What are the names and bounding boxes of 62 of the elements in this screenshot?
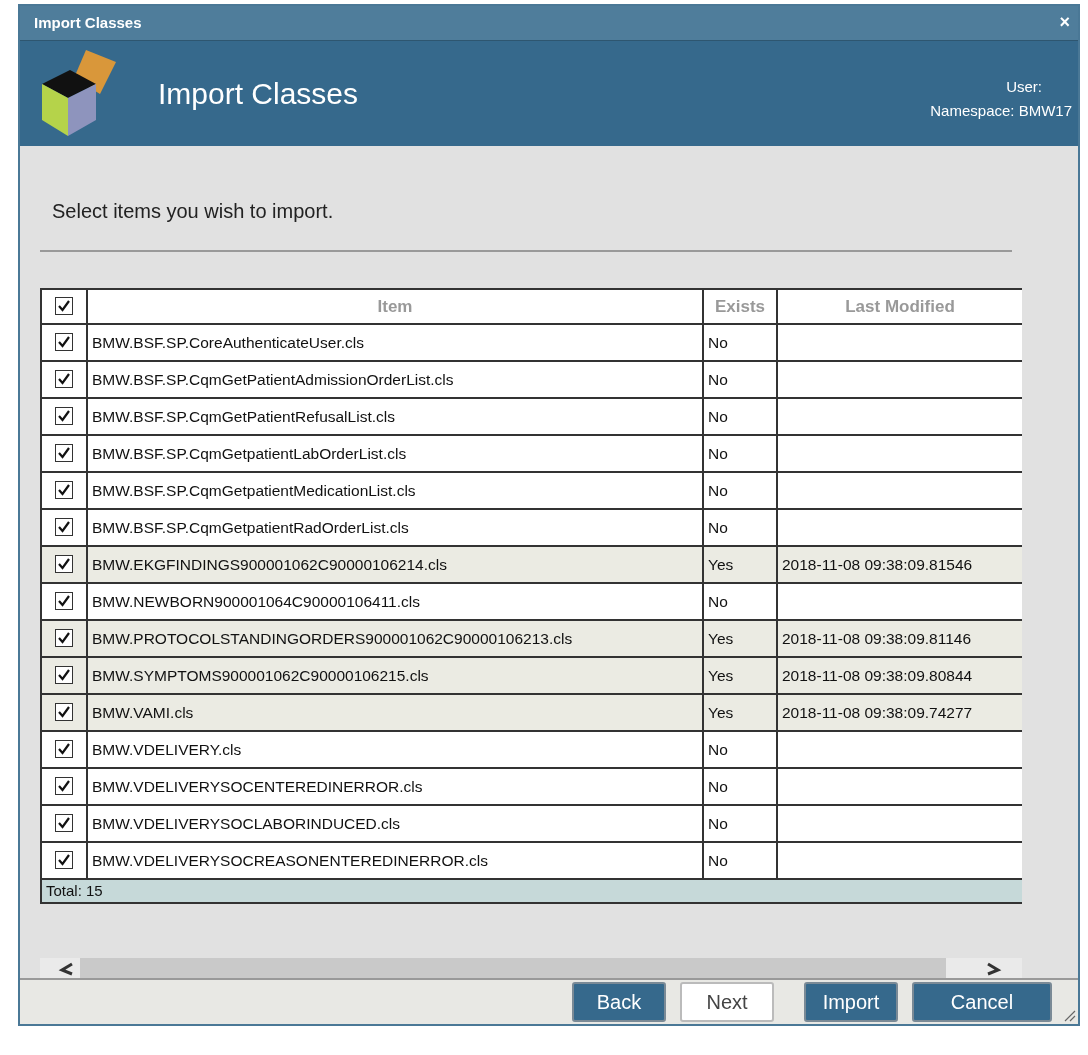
table-cell: BMW.PROTOCOLSTANDINGORDERS900001062C90000106213.cls xyxy=(88,620,704,656)
table-cell-text: 2018-11-08 09:38:09.81546 xyxy=(781,554,974,575)
table-cell: BMW.BSF.SP.CoreAuthenticateUser.cls xyxy=(88,324,704,360)
namespace-label: Namespace: BMW17 xyxy=(930,101,1072,122)
checkbox[interactable] xyxy=(55,851,73,870)
checkbox[interactable] xyxy=(55,555,73,574)
checkbox[interactable] xyxy=(55,444,73,463)
checkbox[interactable] xyxy=(55,629,73,648)
checkbox[interactable] xyxy=(55,407,73,426)
checkbox[interactable] xyxy=(55,370,73,389)
table-cell: Yes xyxy=(704,546,778,582)
table-cell: BMW.VDELIVERYSOCLABORINDUCED.cls xyxy=(88,805,704,841)
table-cell: BMW.SYMPTOMS900001062C90000106215.cls xyxy=(88,657,704,693)
resize-grip-icon[interactable] xyxy=(1062,1008,1076,1022)
table-cell: BMW.VDELIVERY.cls xyxy=(88,731,704,767)
table-cell: BMW.VDELIVERYSOCREASONENTEREDINERROR.cls xyxy=(88,842,704,878)
table-cell: Yes xyxy=(704,694,778,730)
header-title: Import Classes xyxy=(158,75,359,112)
table-cell: BMW.BSF.SP.CqmGetPatientRefusalList.cls xyxy=(88,398,704,434)
checkbox[interactable] xyxy=(55,703,73,722)
table-cell: BMW.VAMI.cls xyxy=(88,694,704,730)
checkbox[interactable] xyxy=(55,814,73,833)
dialog-button[interactable]: Back xyxy=(572,981,666,1022)
table-cell: Yes xyxy=(704,620,778,656)
checkbox[interactable] xyxy=(55,333,73,352)
checkbox[interactable] xyxy=(55,297,73,316)
user-label: User: xyxy=(1006,77,1042,98)
checkbox[interactable] xyxy=(55,740,73,759)
table-cell: BMW.BSF.SP.CqmGetPatientAdmissionOrderList.cls xyxy=(88,361,704,397)
instruction-text: Select items you wish to import. xyxy=(51,198,335,224)
checkbox[interactable] xyxy=(55,666,73,685)
dialog-button[interactable]: Cancel xyxy=(912,981,1052,1022)
table-cell: No xyxy=(704,768,778,804)
table-cell: Yes xyxy=(704,657,778,693)
close-button[interactable]: × xyxy=(1059,9,1070,37)
window-title: Import Classes xyxy=(34,12,142,33)
table-cell: No xyxy=(704,398,778,434)
table-cell: No xyxy=(704,583,778,619)
table-cell: BMW.EKGFINDINGS900001062C90000106214.cls xyxy=(88,546,704,582)
table-cell: No xyxy=(704,509,778,545)
table-cell: No xyxy=(704,361,778,397)
table-cell-text: 2018-11-08 09:38:09.80844 xyxy=(781,665,974,686)
table-cell: No xyxy=(704,324,778,360)
table-cell: BMW.BSF.SP.CqmGetpatientLabOrderList.cls xyxy=(88,435,704,471)
table-cell: No xyxy=(704,472,778,508)
table-cell: No xyxy=(704,842,778,878)
checkbox[interactable] xyxy=(55,777,73,796)
checkbox[interactable] xyxy=(55,481,73,500)
dialog-button[interactable]: Import xyxy=(804,981,898,1022)
table-cell: BMW.BSF.SP.CqmGetpatientMedicationList.cls xyxy=(88,472,704,508)
checkbox[interactable] xyxy=(55,518,73,537)
table-cell: BMW.VDELIVERYSOCENTEREDINERROR.cls xyxy=(88,768,704,804)
table-cell-text: 2018-11-08 09:38:09.81146 xyxy=(781,628,973,649)
table-cell: No xyxy=(704,731,778,767)
checkbox[interactable] xyxy=(55,592,73,611)
total-row: Total: 15 xyxy=(42,879,1022,904)
table-cell: No xyxy=(704,435,778,471)
table-cell: No xyxy=(704,805,778,841)
scrollbar-thumb[interactable] xyxy=(80,957,946,978)
table-cell-text: 2018-11-08 09:38:09.74277 xyxy=(781,702,974,723)
table-cell: BMW.BSF.SP.CqmGetpatientRadOrderList.cls xyxy=(88,509,704,545)
table-cell: BMW.NEWBORN900001064C90000106411.cls xyxy=(88,583,704,619)
